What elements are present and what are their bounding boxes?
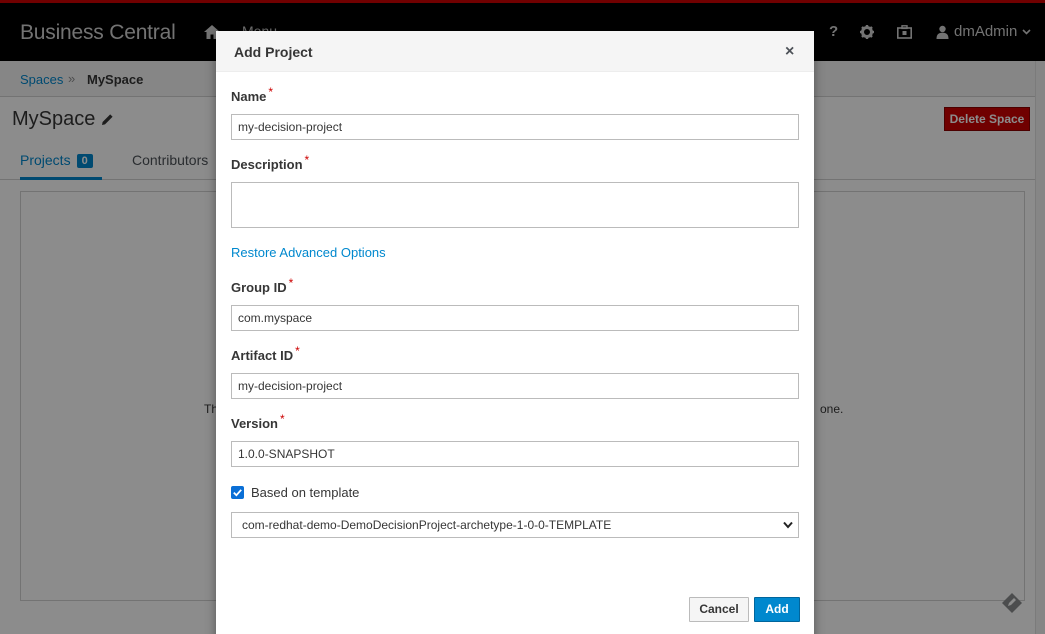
name-label: Name *	[231, 85, 273, 104]
artifact-id-input[interactable]: my-decision-project	[231, 373, 799, 399]
description-textarea[interactable]	[231, 182, 799, 228]
restore-advanced-options-link[interactable]: Restore Advanced Options	[231, 245, 386, 260]
group-id-label: Group ID *	[231, 276, 293, 295]
add-project-dialog: Add Project × Name * my-decision-project …	[216, 31, 814, 634]
required-marker: *	[304, 153, 310, 167]
artifact-id-label: Artifact ID *	[231, 344, 300, 363]
template-select[interactable]: com-redhat-demo-DemoDecisionProject-arch…	[231, 512, 799, 538]
version-label-text: Version	[231, 416, 278, 431]
version-input[interactable]: 1.0.0-SNAPSHOT	[231, 441, 799, 467]
dialog-header: Add Project ×	[216, 31, 814, 72]
checkmark-icon	[233, 489, 242, 497]
group-id-label-text: Group ID	[231, 280, 287, 295]
required-marker: *	[288, 276, 294, 290]
chevron-down-icon	[783, 521, 793, 529]
based-on-template-label[interactable]: Based on template	[251, 485, 359, 500]
required-marker: *	[268, 85, 274, 99]
dialog-title: Add Project	[234, 44, 313, 60]
add-button[interactable]: Add	[754, 597, 800, 622]
version-label: Version *	[231, 412, 285, 431]
close-icon[interactable]: ×	[785, 43, 794, 61]
name-input[interactable]: my-decision-project	[231, 114, 799, 140]
cancel-button[interactable]: Cancel	[689, 597, 749, 622]
description-label: Description *	[231, 153, 309, 172]
name-label-text: Name	[231, 89, 267, 104]
required-marker: *	[279, 412, 285, 426]
artifact-id-label-text: Artifact ID	[231, 348, 294, 363]
required-marker: *	[295, 344, 300, 358]
template-select-value: com-redhat-demo-DemoDecisionProject-arch…	[242, 518, 612, 532]
description-label-text: Description	[231, 157, 303, 172]
based-on-template-checkbox[interactable]	[231, 486, 244, 499]
group-id-input[interactable]: com.myspace	[231, 305, 799, 331]
